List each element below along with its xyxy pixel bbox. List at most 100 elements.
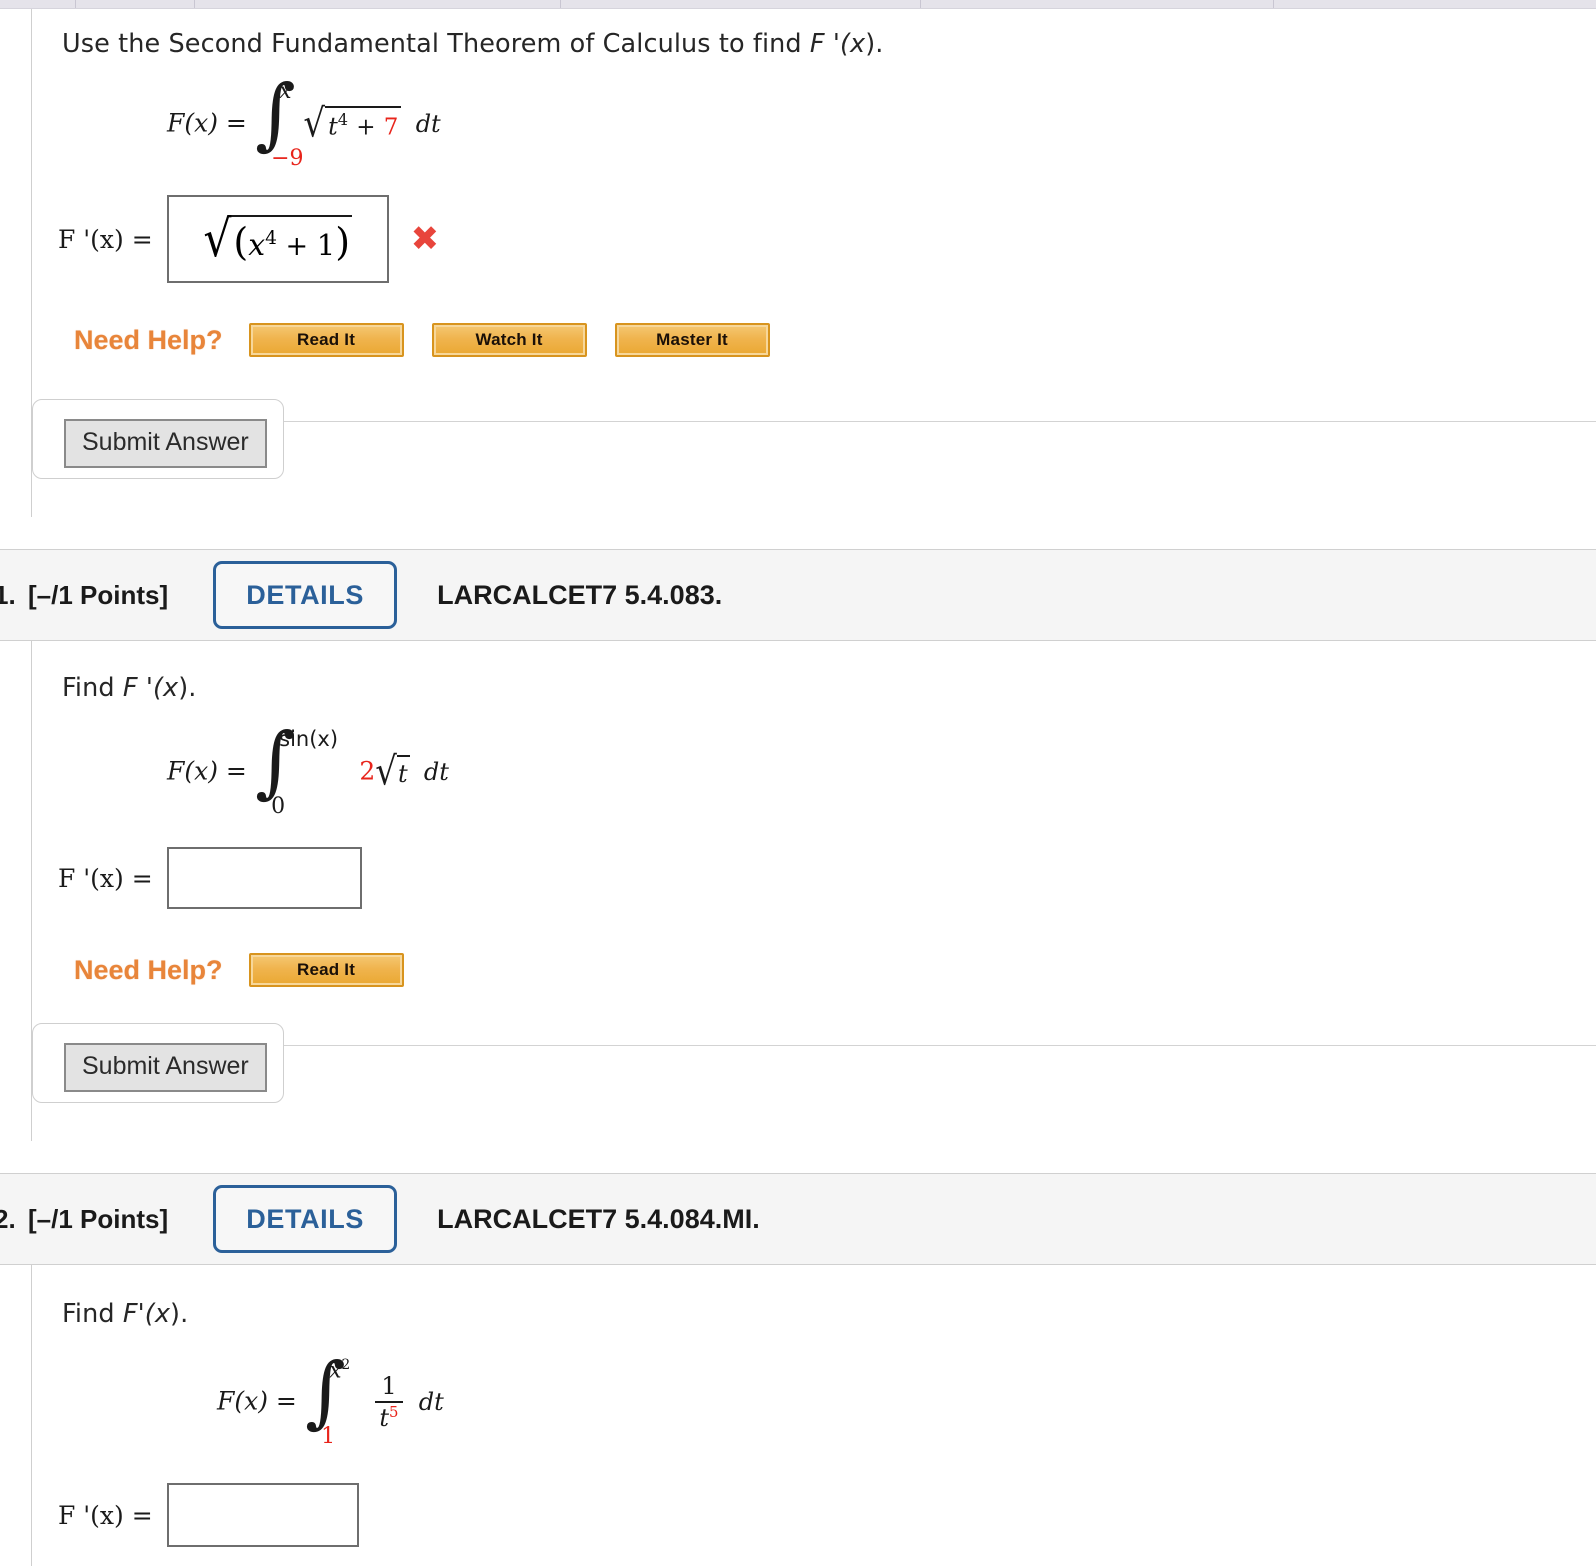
submit-area-1: Submit Answer [32,1023,1596,1115]
question-body-1: Find F '(x). F(x) = ∫ sin(x) 0 2√t dt F … [31,641,1596,1141]
read-it-button[interactable]: Read It [248,953,404,987]
strip-cell [0,0,76,8]
prompt-lead: Find [62,673,123,703]
answer-label: F '(x) = [58,1500,153,1530]
formula-lhs: F(x) = [217,1386,297,1416]
question-points-2: [–/1 Points] [28,1203,169,1234]
formula-1: F(x) = ∫ sin(x) 0 2√t dt [167,717,1596,819]
integral-upper-limit: sin(x) [279,727,339,751]
answer-radical-icon: √(x4 + 1) [203,209,353,269]
read-it-label: Read It [296,960,356,979]
strip-cell [561,0,921,8]
question-body-top: Use the Second Fundamental Theorem of Ca… [31,9,1596,517]
integral-lower-limit: −9 [271,146,304,171]
submit-answer-button[interactable]: Submit Answer [64,1043,267,1092]
details-label-2: DETAILS [246,1203,364,1234]
need-help-label: Need Help? [74,954,223,985]
formula-2: F(x) = ∫ x2 1 1 t5 dt [217,1347,1596,1449]
incorrect-mark-icon: ✖ [410,219,440,259]
read-it-button[interactable]: Read It [248,323,404,357]
top-toolbar-strip [0,0,1596,9]
integral-symbol-icon: ∫ x −9 [255,69,304,171]
submit-area-top: Submit Answer [32,399,1596,491]
question-reference-1: LARCALCET7 5.4.083. [437,579,723,610]
details-button-2[interactable]: DETAILS [213,1185,398,1253]
need-help-label: Need Help? [74,324,223,355]
integrand-coefficient: 2 [359,756,376,786]
radical-icon: √ t4 + 7 [303,101,402,147]
strip-cell [921,0,1274,8]
differential: dt [418,1387,444,1416]
submit-divider [284,421,1596,422]
question-header-2: 2. [–/1 Points] DETAILS LARCALCET7 5.4.0… [0,1173,1596,1265]
question-points-1: [–/1 Points] [28,579,169,610]
answer-label: F '(x) = [58,863,153,893]
prompt-var: x [163,673,179,703]
strip-cell [1274,0,1596,8]
fraction-numerator: 1 [381,1372,397,1401]
question-prompt-2: Find F'(x). [32,1299,1596,1329]
formula-lhs: F(x) = [167,756,247,786]
details-button-1[interactable]: DETAILS [213,561,398,629]
answer-label: F '(x) = [58,224,153,254]
submit-answer-button[interactable]: Submit Answer [64,419,267,468]
differential: dt [423,757,449,786]
prompt-prime: '( [137,1299,155,1329]
watch-it-button[interactable]: Watch It [431,323,587,357]
prompt-var: x [850,29,866,59]
prompt-tail: ). [170,1299,189,1329]
answer-input-1[interactable] [166,847,362,909]
assignment-page: Use the Second Fundamental Theorem of Ca… [0,0,1596,1566]
differential: dt [415,109,441,138]
answer-input-top[interactable]: √(x4 + 1) [166,195,389,283]
question-number-1: 1. [0,579,16,610]
answer-row-2: F '(x) = [58,1483,1596,1547]
strip-cell [195,0,561,8]
answer-input-2[interactable] [166,1483,359,1547]
formula-lhs: F(x) = [167,108,247,138]
answer-constant: 1 [316,227,336,262]
watch-it-label: Watch It [475,330,543,349]
question-prompt-1: Find F '(x). [32,673,1596,703]
question-number-2: 2. [0,1203,16,1234]
answer-row-1: F '(x) = [58,847,1596,909]
integral-symbol-icon: ∫ sin(x) 0 [255,717,339,819]
integral-lower-limit: 0 [271,794,286,819]
formula-top: F(x) = ∫ x −9 √ t4 + 7 dt [167,69,1596,171]
submit-divider [284,1045,1596,1046]
need-help-row-top: Need Help? Read It Watch It Master It [74,323,1596,357]
answer-row-top: F '(x) = √(x4 + 1) ✖ [58,195,1596,283]
integral-upper-limit: x2 [329,1357,351,1384]
prompt-lead: Use the Second Fundamental Theorem of Ca… [62,29,810,59]
prompt-tail: ). [178,673,197,703]
prompt-tail: ). [865,29,884,59]
prompt-fn: F [122,673,138,703]
integral-symbol-icon: ∫ x2 1 [305,1347,351,1449]
radicand-base: t [397,760,408,788]
prompt-var: x [154,1299,171,1329]
question-header-1: 1. [–/1 Points] DETAILS LARCALCET7 5.4.0… [0,549,1596,641]
fraction-integrand: 1 t5 [375,1372,403,1431]
radicand-base: t [328,112,338,141]
details-label-1: DETAILS [246,579,364,610]
integral-lower-limit: 1 [321,1424,336,1449]
radicand-constant: 7 [383,114,399,141]
strip-cell [76,0,195,8]
answer-exponent: 4 [265,227,277,249]
prompt-prime: '( [824,29,851,59]
radical-icon: √t [375,749,410,795]
read-it-label: Read It [296,330,356,349]
prompt-fn: F [809,29,825,59]
master-it-button[interactable]: Master It [614,323,770,357]
questions-column: Use the Second Fundamental Theorem of Ca… [0,9,1596,1566]
master-it-label: Master It [656,330,728,349]
need-help-row-1: Need Help? Read It [74,953,1596,987]
fraction-denominator: t5 [375,1400,403,1431]
integral-upper-limit: x [279,79,292,104]
question-reference-2: LARCALCET7 5.4.084.MI. [437,1203,760,1234]
radicand-exponent: 4 [337,110,348,130]
radicand-operator: + [356,114,376,141]
prompt-fn: F [122,1299,138,1329]
question-body-2: Find F'(x). F(x) = ∫ x2 1 1 t5 dt F '(x)… [31,1265,1596,1566]
question-prompt-top: Use the Second Fundamental Theorem of Ca… [32,29,1596,59]
